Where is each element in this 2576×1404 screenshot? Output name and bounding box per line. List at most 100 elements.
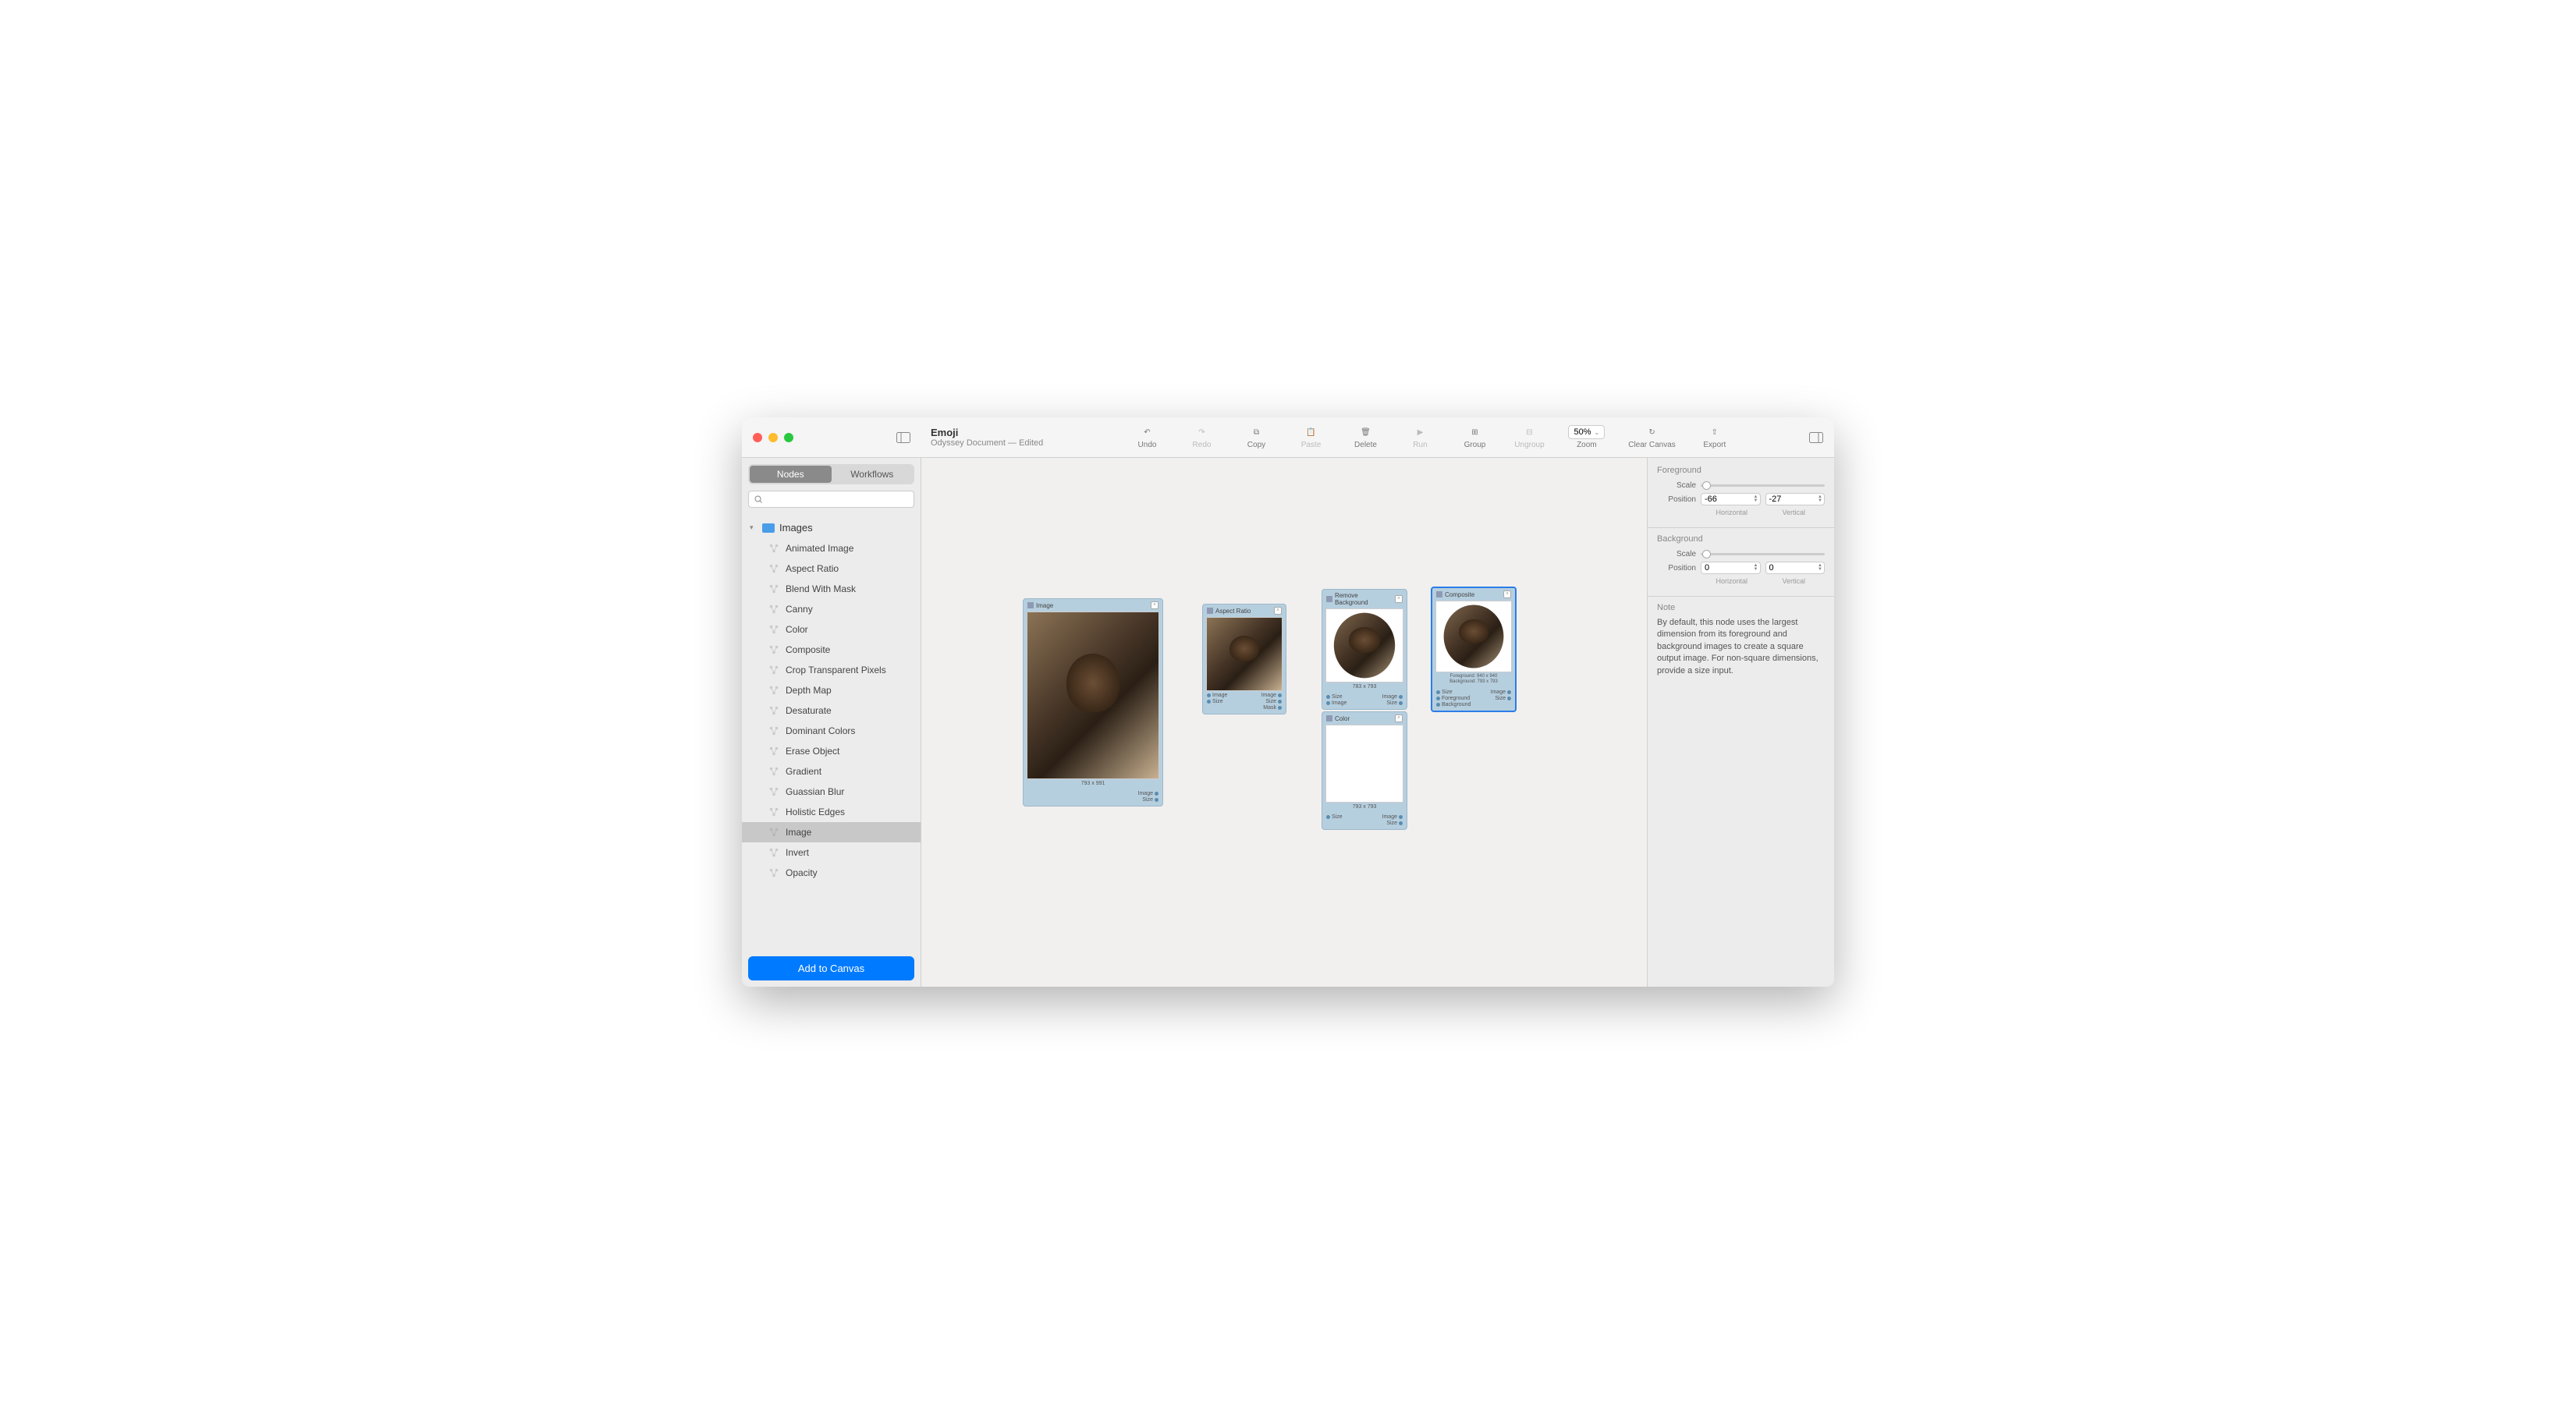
background-horizontal-input[interactable]: ▲▼ bbox=[1701, 562, 1761, 574]
node-type-icon bbox=[768, 847, 779, 858]
output-port-size[interactable]: Size bbox=[1261, 699, 1282, 704]
tree-item-opacity[interactable]: Opacity bbox=[742, 863, 921, 883]
tree-item-crop-transparent-pixels[interactable]: Crop Transparent Pixels bbox=[742, 660, 921, 680]
tab-nodes[interactable]: Nodes bbox=[750, 466, 832, 483]
node-type-icon bbox=[768, 644, 779, 655]
node-dimensions: 783 x 793 bbox=[1322, 682, 1407, 693]
stepper-icon[interactable]: ▲▼ bbox=[1754, 564, 1758, 572]
stepper-icon[interactable]: ▲▼ bbox=[1818, 495, 1822, 503]
node-dimensions: 793 x 991 bbox=[1024, 779, 1162, 789]
zoom-label: Zoom bbox=[1577, 441, 1597, 449]
tree-item-animated-image[interactable]: Animated Image bbox=[742, 538, 921, 558]
maximize-window-button[interactable] bbox=[784, 433, 793, 442]
tree-item-canny[interactable]: Canny bbox=[742, 599, 921, 619]
input-port-size[interactable]: Size bbox=[1326, 814, 1343, 820]
collapse-button[interactable]: ˄ bbox=[1274, 607, 1282, 615]
background-vertical-input[interactable]: ▲▼ bbox=[1765, 562, 1826, 574]
ungroup-icon: ⊟ bbox=[1522, 425, 1536, 439]
undo-button[interactable]: ↶Undo bbox=[1131, 425, 1162, 449]
delete-button[interactable]: 🗑Delete bbox=[1350, 425, 1381, 449]
tree-item-color[interactable]: Color bbox=[742, 619, 921, 640]
redo-button[interactable]: ↷Redo bbox=[1186, 425, 1217, 449]
output-port-size[interactable]: Size bbox=[1491, 696, 1511, 701]
tree-item-gradient[interactable]: Gradient bbox=[742, 761, 921, 782]
node-image[interactable]: Image˄ 793 x 991 ImageSize bbox=[1023, 598, 1163, 807]
foreground-horizontal-input[interactable]: ▲▼ bbox=[1701, 493, 1761, 505]
add-to-canvas-button[interactable]: Add to Canvas bbox=[748, 956, 914, 980]
tree-item-holistic-edges[interactable]: Holistic Edges bbox=[742, 802, 921, 822]
tree-item-image[interactable]: Image bbox=[742, 822, 921, 842]
output-port-image[interactable]: Image bbox=[1261, 693, 1282, 698]
close-window-button[interactable] bbox=[753, 433, 762, 442]
paste-button[interactable]: 📋Paste bbox=[1295, 425, 1326, 449]
foreground-vertical-input[interactable]: ▲▼ bbox=[1765, 493, 1826, 505]
tab-workflows[interactable]: Workflows bbox=[832, 466, 914, 483]
ungroup-button[interactable]: ⊟Ungroup bbox=[1513, 425, 1545, 449]
connection-edges bbox=[921, 458, 1155, 575]
output-port-image[interactable]: Image bbox=[1382, 694, 1403, 700]
tree-item-composite[interactable]: Composite bbox=[742, 640, 921, 660]
output-port-image[interactable]: Image bbox=[1491, 690, 1511, 695]
output-port-size[interactable]: Size bbox=[1382, 821, 1403, 826]
tree-item-invert[interactable]: Invert bbox=[742, 842, 921, 863]
inspector-toggle-icon[interactable] bbox=[1809, 432, 1834, 443]
input-port-image[interactable]: Image bbox=[1207, 693, 1227, 698]
output-port-size[interactable]: Size bbox=[1138, 797, 1158, 803]
sidebar-toggle-icon[interactable] bbox=[896, 432, 910, 443]
stepper-icon[interactable]: ▲▼ bbox=[1754, 495, 1758, 503]
scale-label: Scale bbox=[1657, 550, 1696, 558]
search-input[interactable] bbox=[748, 491, 914, 508]
paste-icon: 📋 bbox=[1304, 425, 1318, 439]
input-port-background[interactable]: Background bbox=[1436, 702, 1471, 707]
node-type-icon bbox=[768, 583, 779, 594]
collapse-button[interactable]: ˄ bbox=[1151, 601, 1158, 609]
color-icon bbox=[1326, 715, 1332, 722]
tree-item-dominant-colors[interactable]: Dominant Colors bbox=[742, 721, 921, 741]
input-port-foreground[interactable]: Foreground bbox=[1436, 696, 1471, 701]
clear-canvas-button[interactable]: ↻Clear Canvas bbox=[1628, 425, 1676, 449]
background-scale-slider[interactable] bbox=[1701, 553, 1825, 555]
group-button[interactable]: ⊞Group bbox=[1459, 425, 1490, 449]
input-port-image[interactable]: Image bbox=[1326, 700, 1347, 706]
copy-button[interactable]: ⧉Copy bbox=[1240, 425, 1272, 449]
chevron-down-icon: ▾ bbox=[750, 523, 758, 532]
collapse-button[interactable]: ˄ bbox=[1395, 714, 1403, 722]
tree-item-desaturate[interactable]: Desaturate bbox=[742, 700, 921, 721]
tree-item-guassian-blur[interactable]: Guassian Blur bbox=[742, 782, 921, 802]
node-type-icon bbox=[768, 624, 779, 635]
tree-group-images[interactable]: ▾ Images bbox=[742, 517, 921, 538]
collapse-button[interactable]: ˄ bbox=[1395, 595, 1403, 603]
tree-item-erase-object[interactable]: Erase Object bbox=[742, 741, 921, 761]
input-port-size[interactable]: Size bbox=[1326, 694, 1347, 700]
node-type-icon bbox=[768, 766, 779, 777]
zoom-select[interactable]: 50%⌄ bbox=[1568, 425, 1605, 439]
node-color[interactable]: Color˄ 793 x 793 SizeImageSize bbox=[1322, 711, 1407, 830]
node-aspect-ratio[interactable]: Aspect Ratio˄ ImageSizeImageSizeMask bbox=[1202, 604, 1286, 714]
minimize-window-button[interactable] bbox=[768, 433, 778, 442]
canvas[interactable]: Image˄ 793 x 991 ImageSize Aspect Ratio˄… bbox=[921, 458, 1647, 987]
tree-item-blend-with-mask[interactable]: Blend With Mask bbox=[742, 579, 921, 599]
node-remove-background[interactable]: Remove Background˄ 783 x 793 SizeImageIm… bbox=[1322, 589, 1407, 710]
group-icon: ⊞ bbox=[1467, 425, 1481, 439]
stepper-icon[interactable]: ▲▼ bbox=[1818, 564, 1822, 572]
run-button[interactable]: ▶Run bbox=[1404, 425, 1435, 449]
output-port-size[interactable]: Size bbox=[1382, 700, 1403, 706]
output-port-image[interactable]: Image bbox=[1382, 814, 1403, 820]
collapse-button[interactable]: ˄ bbox=[1503, 590, 1511, 598]
tree-item-aspect-ratio[interactable]: Aspect Ratio bbox=[742, 558, 921, 579]
export-button[interactable]: ⇧Export bbox=[1699, 425, 1730, 449]
background-section-title: Background bbox=[1657, 534, 1825, 544]
input-port-size[interactable]: Size bbox=[1436, 690, 1471, 695]
foreground-scale-slider[interactable] bbox=[1701, 484, 1825, 487]
undo-icon: ↶ bbox=[1140, 425, 1154, 439]
position-label: Position bbox=[1657, 495, 1696, 504]
node-type-icon bbox=[768, 705, 779, 716]
node-composite[interactable]: Composite˄ Foreground: 940 x 940Backgrou… bbox=[1431, 587, 1517, 712]
node-info: Foreground: 940 x 940Background: 793 x 7… bbox=[1432, 672, 1515, 688]
output-port-mask[interactable]: Mask bbox=[1261, 705, 1282, 711]
output-port-image[interactable]: Image bbox=[1138, 791, 1158, 796]
input-port-size[interactable]: Size bbox=[1207, 699, 1227, 704]
chevron-down-icon: ⌄ bbox=[1595, 429, 1600, 436]
tree-item-depth-map[interactable]: Depth Map bbox=[742, 680, 921, 700]
run-icon: ▶ bbox=[1413, 425, 1427, 439]
